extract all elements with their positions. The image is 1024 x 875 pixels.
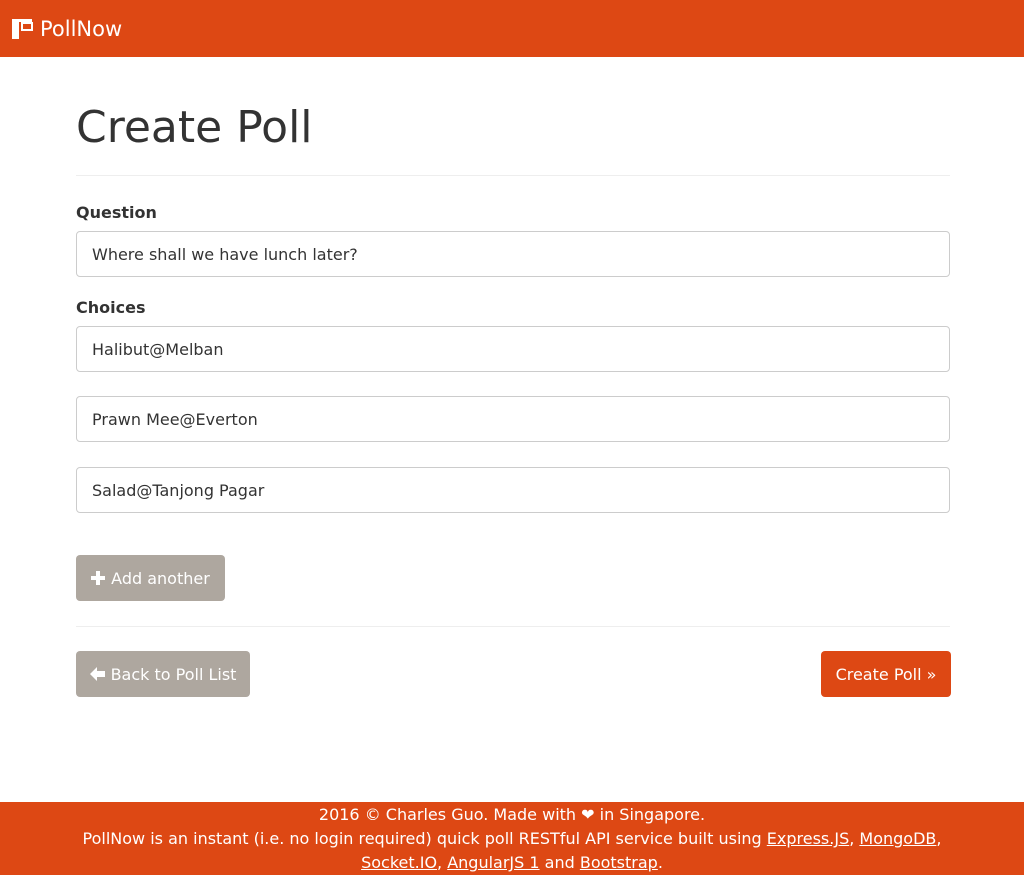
footer-period: . (657, 853, 663, 872)
choices-label: Choices (76, 298, 146, 317)
footer-separator: , (936, 829, 942, 848)
footer-description: PollNow is an instant (i.e. no login req… (82, 829, 767, 848)
form-divider (76, 626, 950, 627)
create-poll-label: Create Poll » (835, 664, 937, 684)
page-title: Create Poll (76, 102, 313, 153)
footer-separator: , (437, 853, 448, 872)
choice-input-1[interactable] (76, 326, 950, 372)
footer-line-3: Socket.IO, AngularJS 1 and Bootstrap. (0, 851, 1024, 875)
plus-icon (91, 571, 106, 585)
add-another-button[interactable]: Add another (76, 555, 225, 601)
brand-link[interactable]: PollNow (12, 17, 122, 41)
arrow-left-icon (89, 667, 105, 681)
navbar: PollNow (0, 0, 1024, 57)
brand-name: PollNow (40, 16, 123, 41)
bootstrap-link[interactable]: Bootstrap (580, 853, 658, 872)
footer-line-2: PollNow is an instant (i.e. no login req… (0, 827, 1024, 851)
choice-input-2[interactable] (76, 396, 950, 442)
back-to-poll-list-button[interactable]: Back to Poll List (76, 651, 250, 697)
footer-separator: , (849, 829, 860, 848)
question-label: Question (76, 203, 157, 222)
footer-separator: and (539, 853, 580, 872)
footer-line-1: 2016 © Charles Guo. Made with ❤ in Singa… (318, 805, 706, 824)
socketio-link[interactable]: Socket.IO (361, 853, 437, 872)
footer: 2016 © Charles Guo. Made with ❤ in Singa… (0, 802, 1024, 875)
create-poll-button[interactable]: Create Poll » (821, 651, 951, 697)
choice-input-3[interactable] (76, 467, 950, 513)
mongodb-link[interactable]: MongoDB (859, 829, 936, 848)
question-input[interactable] (76, 231, 950, 277)
title-divider (76, 175, 950, 176)
add-another-label: Add another (111, 568, 210, 588)
back-label: Back to Poll List (110, 664, 237, 684)
angularjs-link[interactable]: AngularJS 1 (447, 853, 539, 872)
poll-logo-icon (12, 18, 40, 39)
express-link[interactable]: Express.JS (767, 829, 849, 848)
